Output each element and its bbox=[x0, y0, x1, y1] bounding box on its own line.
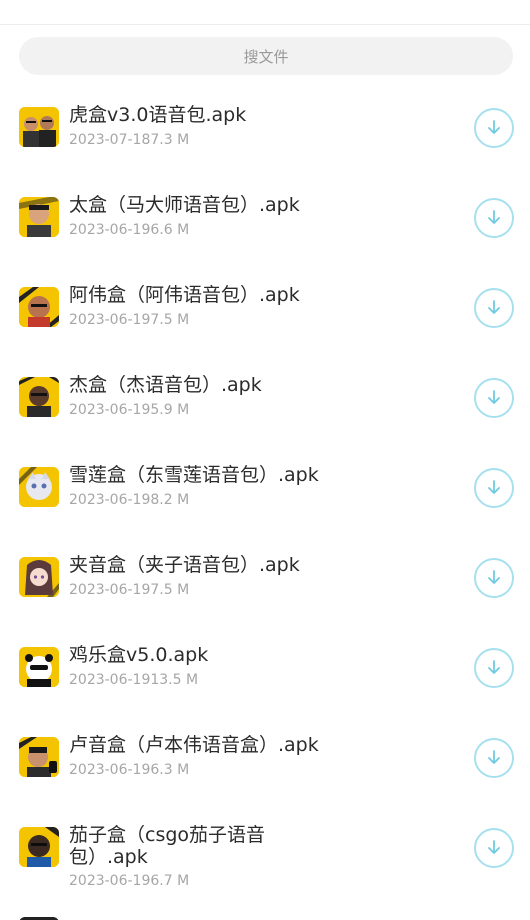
download-button[interactable] bbox=[474, 648, 514, 688]
download-button[interactable] bbox=[474, 288, 514, 328]
file-size: 7.5 M bbox=[150, 312, 190, 328]
file-meta: 2023-06-196.3 M bbox=[69, 762, 189, 778]
file-name: 杰盒（杰语音包）.apk bbox=[69, 374, 262, 396]
download-arrow-icon bbox=[488, 480, 500, 494]
app-thumbnail bbox=[19, 557, 59, 597]
top-divider bbox=[0, 24, 530, 25]
file-list-item[interactable]: 雪莲盒（东雪莲语音包）.apk 2023-06-198.2 M bbox=[0, 442, 530, 532]
file-name: 阿伟盒（阿伟语音包）.apk bbox=[69, 284, 300, 306]
avatar-anime-icon bbox=[19, 557, 59, 597]
app-thumbnail bbox=[19, 827, 59, 867]
file-name: 虎盒v3.0语音包.apk bbox=[69, 104, 247, 126]
app-thumbnail bbox=[19, 647, 59, 687]
download-button[interactable] bbox=[474, 198, 514, 238]
file-list-item[interactable]: 夹音盒（夹子语音包）.apk 2023-06-197.5 M bbox=[0, 532, 530, 622]
file-size: 7.3 M bbox=[150, 132, 190, 148]
file-size: 6.3 M bbox=[150, 762, 190, 778]
file-date: 2023-06-19 bbox=[69, 672, 151, 688]
download-button[interactable] bbox=[474, 108, 514, 148]
file-name: 雪莲盒（东雪莲语音包）.apk bbox=[69, 464, 319, 486]
file-name: 茄子盒（csgo茄子语音包）.apk bbox=[69, 824, 266, 868]
file-list[interactable]: 虎盒v3.0语音包.apk 2023-07-187.3 M 太盒（马大师语音包）… bbox=[0, 82, 530, 920]
avatar-portrait-icon bbox=[19, 287, 59, 327]
file-date: 2023-06-19 bbox=[69, 312, 151, 328]
avatar-portrait-icon bbox=[19, 377, 59, 417]
download-button[interactable] bbox=[474, 828, 514, 868]
file-date: 2023-06-19 bbox=[69, 222, 151, 238]
avatar-duo-icon bbox=[19, 107, 59, 147]
file-meta: 2023-06-197.5 M bbox=[69, 312, 189, 328]
file-date: 2023-06-19 bbox=[69, 582, 151, 598]
search-input[interactable]: 搜文件 bbox=[19, 37, 513, 75]
download-arrow-icon bbox=[488, 390, 500, 404]
file-meta: 2023-06-1913.5 M bbox=[69, 672, 198, 688]
file-list-item[interactable]: 杰盒（杰语音包）.apk 2023-06-195.9 M bbox=[0, 352, 530, 442]
download-arrow-icon bbox=[488, 300, 500, 314]
avatar-portrait-icon bbox=[19, 737, 59, 777]
download-arrow-icon bbox=[488, 210, 500, 224]
app-thumbnail bbox=[19, 467, 59, 507]
download-arrow-icon bbox=[488, 750, 500, 764]
download-arrow-icon bbox=[488, 660, 500, 674]
file-size: 6.7 M bbox=[150, 873, 190, 889]
download-arrow-icon bbox=[488, 840, 500, 854]
file-list-item[interactable]: 太盒（马大师语音包）.apk 2023-06-196.6 M bbox=[0, 172, 530, 262]
file-list-item[interactable]: 阿伟盒（阿伟语音包）.apk 2023-06-197.5 M bbox=[0, 262, 530, 352]
file-meta: 2023-06-198.2 M bbox=[69, 492, 189, 508]
file-name: 太盒（马大师语音包）.apk bbox=[69, 194, 300, 216]
file-size: 13.5 M bbox=[150, 672, 199, 688]
file-list-item[interactable]: 卢音盒（卢本伟语音盒）.apk 2023-06-196.3 M bbox=[0, 712, 530, 802]
file-size: 7.5 M bbox=[150, 582, 190, 598]
file-list-item[interactable]: 鸡乐盒v5.0.apk 2023-06-1913.5 M bbox=[0, 622, 530, 712]
search-placeholder: 搜文件 bbox=[243, 47, 289, 66]
file-size: 5.9 M bbox=[150, 402, 190, 418]
file-meta: 2023-07-187.3 M bbox=[69, 132, 189, 148]
file-date: 2023-06-19 bbox=[69, 873, 151, 889]
file-date: 2023-06-19 bbox=[69, 762, 151, 778]
file-date: 2023-07-18 bbox=[69, 132, 151, 148]
file-name: 夹音盒（夹子语音包）.apk bbox=[69, 554, 300, 576]
file-date: 2023-06-19 bbox=[69, 402, 151, 418]
file-list-item[interactable]: 虎盒v3.0语音包.apk 2023-07-187.3 M bbox=[0, 82, 530, 172]
app-thumbnail bbox=[19, 287, 59, 327]
file-size: 8.2 M bbox=[150, 492, 190, 508]
avatar-panda-icon bbox=[19, 647, 59, 687]
app-thumbnail bbox=[19, 197, 59, 237]
file-meta: 2023-06-197.5 M bbox=[69, 582, 189, 598]
file-date: 2023-06-19 bbox=[69, 492, 151, 508]
download-button[interactable] bbox=[474, 738, 514, 778]
download-arrow-icon bbox=[488, 570, 500, 584]
app-thumbnail bbox=[19, 737, 59, 777]
download-button[interactable] bbox=[474, 558, 514, 598]
file-meta: 2023-06-195.9 M bbox=[69, 402, 189, 418]
download-arrow-icon bbox=[488, 120, 500, 134]
app-thumbnail bbox=[19, 107, 59, 147]
file-size: 6.6 M bbox=[150, 222, 190, 238]
file-list-item[interactable]: 茄子盒（csgo茄子语音包）.apk 2023-06-196.7 M bbox=[0, 802, 530, 912]
file-list-item-partial[interactable] bbox=[0, 912, 530, 920]
download-button[interactable] bbox=[474, 468, 514, 508]
file-meta: 2023-06-196.7 M bbox=[69, 873, 189, 889]
download-button[interactable] bbox=[474, 378, 514, 418]
file-name: 鸡乐盒v5.0.apk bbox=[69, 644, 209, 666]
avatar-portrait-icon bbox=[19, 827, 59, 867]
file-name: 卢音盒（卢本伟语音盒）.apk bbox=[69, 734, 319, 756]
avatar-portrait-icon bbox=[19, 197, 59, 237]
file-meta: 2023-06-196.6 M bbox=[69, 222, 189, 238]
avatar-anime-icon bbox=[19, 467, 59, 507]
app-thumbnail bbox=[19, 377, 59, 417]
